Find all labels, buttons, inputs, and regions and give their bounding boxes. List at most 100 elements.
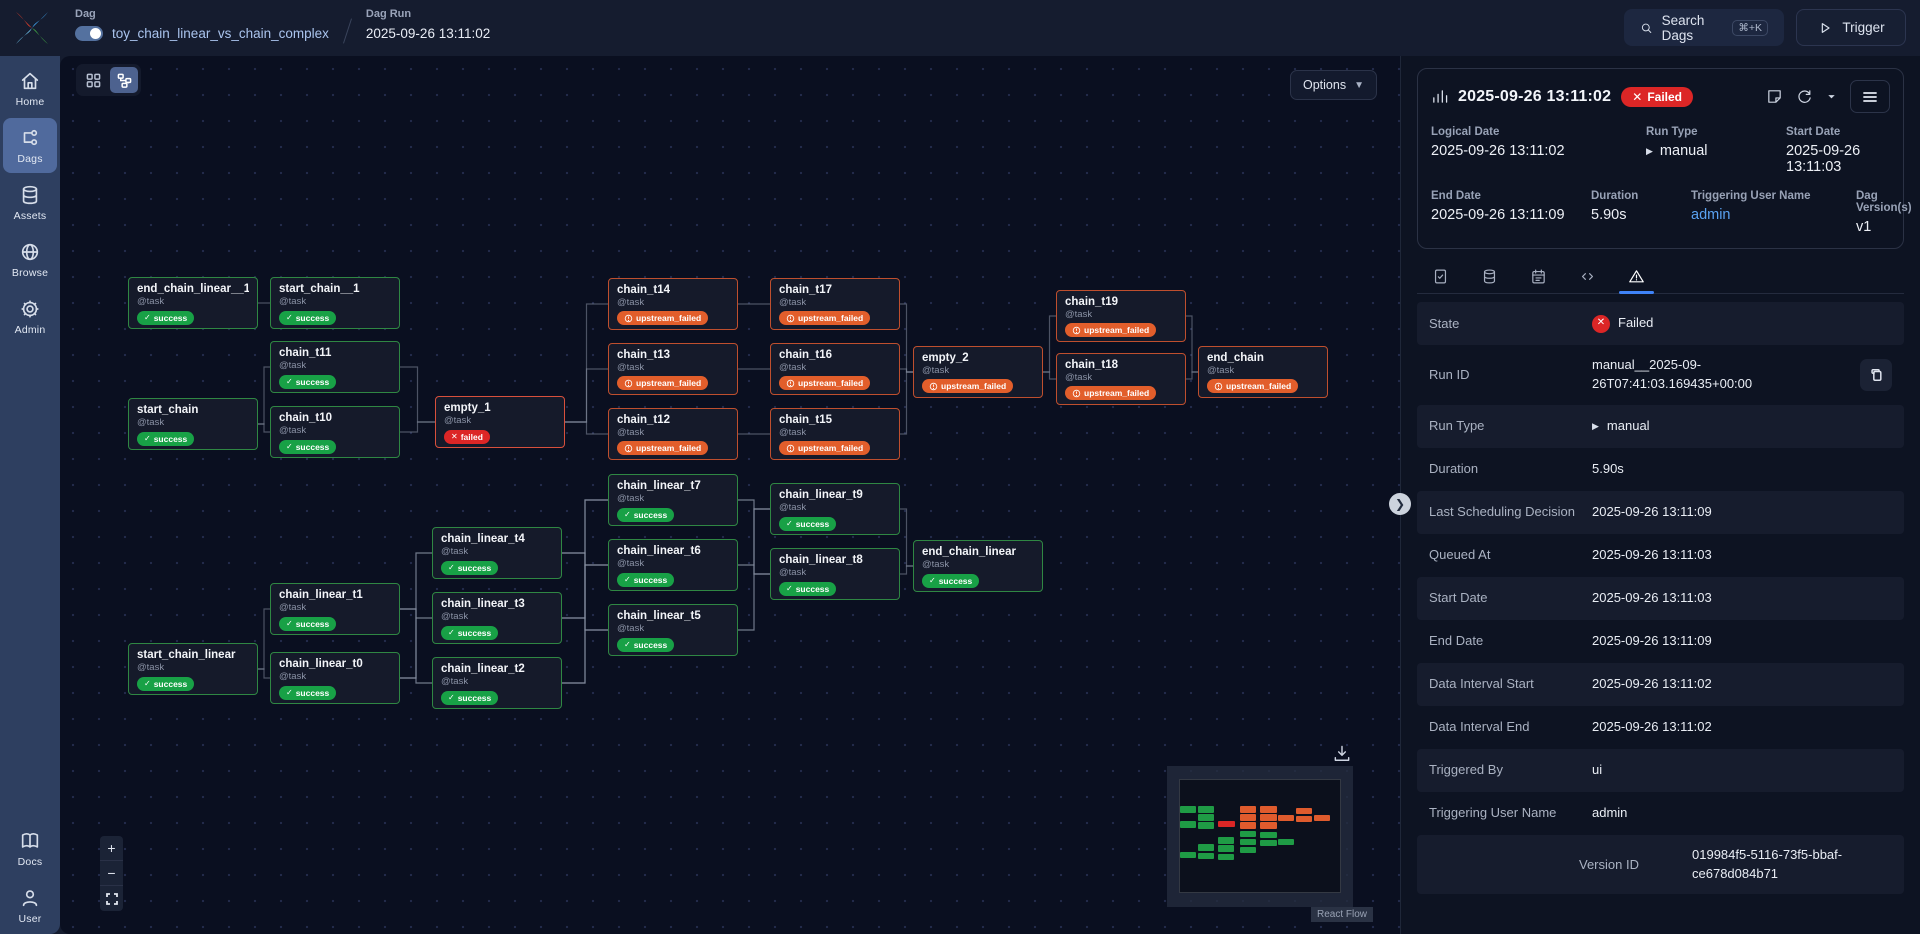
task-node-empty_2[interactable]: empty_2@taskupstream_failed <box>913 346 1043 398</box>
home-icon <box>19 70 41 92</box>
tab-assets[interactable] <box>1468 259 1511 293</box>
search-dags-button[interactable]: Search Dags ⌘+K <box>1624 9 1784 46</box>
task-node-chain_t16[interactable]: chain_t16@taskupstream_failed <box>770 343 900 395</box>
task-node-chain_t13[interactable]: chain_t13@taskupstream_failed <box>608 343 738 395</box>
play-icon: ▶ <box>1646 146 1653 157</box>
minimap-node <box>1218 837 1234 844</box>
task-node-start_chain__1[interactable]: start_chain__1@task✓success <box>270 277 400 329</box>
task-node-empty_1[interactable]: empty_1@task✕failed <box>435 396 565 448</box>
top-bar: Dag toy_chain_linear_vs_chain_complex Da… <box>0 0 1920 56</box>
play-icon: ▶ <box>1592 420 1599 433</box>
run-field: Dag Version(s)v1 <box>1856 190 1912 235</box>
task-decorator: @task <box>779 567 891 578</box>
task-node-end_chain_linear__1[interactable]: end_chain_linear__1@task✓success <box>128 277 258 329</box>
task-node-chain_t17[interactable]: chain_t17@taskupstream_failed <box>770 278 900 330</box>
task-decorator: @task <box>617 297 729 308</box>
sidebar-item-user[interactable]: User <box>3 878 57 933</box>
task-node-chain_linear_t8[interactable]: chain_linear_t8@task✓success <box>770 548 900 600</box>
note-icon[interactable] <box>1766 88 1783 105</box>
run-field: Run Type▶manual <box>1646 126 1786 175</box>
task-node-chain_linear_t5[interactable]: chain_linear_t5@task✓success <box>608 604 738 656</box>
airflow-logo-icon[interactable] <box>12 8 52 48</box>
sidebar-item-docs[interactable]: Docs <box>3 821 57 876</box>
panel-tabs <box>1417 259 1904 294</box>
sidebar-item-dags[interactable]: Dags <box>3 118 57 173</box>
graph-canvas[interactable]: end_chain_linear__1@task✓successstart_ch… <box>60 56 1400 934</box>
sidebar-item-admin[interactable]: Admin <box>3 289 57 344</box>
run-field: Duration5.90s <box>1591 190 1691 235</box>
zoom-in-button[interactable]: + <box>100 836 123 861</box>
task-status-pill: upstream_failed <box>1065 323 1156 337</box>
task-title: chain_t10 <box>279 412 391 424</box>
grid-view-button[interactable] <box>79 67 107 93</box>
breadcrumb: Dag toy_chain_linear_vs_chain_complex Da… <box>75 8 490 44</box>
task-node-chain_linear_t7[interactable]: chain_linear_t7@task✓success <box>608 474 738 526</box>
task-node-chain_linear_t6[interactable]: chain_linear_t6@task✓success <box>608 539 738 591</box>
minimap-node <box>1240 814 1256 821</box>
task-node-chain_linear_t9[interactable]: chain_linear_t9@task✓success <box>770 483 900 535</box>
minimap-node <box>1296 808 1312 815</box>
trigger-button[interactable]: Trigger <box>1796 9 1906 46</box>
dag-label: Dag <box>75 8 329 20</box>
task-status-pill: upstream_failed <box>617 311 708 325</box>
task-decorator: @task <box>779 427 891 438</box>
task-node-chain_linear_t4[interactable]: chain_linear_t4@task✓success <box>432 527 562 579</box>
minimap[interactable] <box>1167 766 1353 907</box>
task-node-end_chain[interactable]: end_chain@taskupstream_failed <box>1198 346 1328 398</box>
minimap-node <box>1278 839 1294 846</box>
task-decorator: @task <box>1207 365 1319 376</box>
task-node-chain_linear_t3[interactable]: chain_linear_t3@task✓success <box>432 592 562 644</box>
tab-calendar[interactable] <box>1517 259 1560 293</box>
task-node-chain_linear_t0[interactable]: chain_linear_t0@task✓success <box>270 652 400 704</box>
task-node-chain_t10[interactable]: chain_t10@task✓success <box>270 406 400 458</box>
task-status-pill: upstream_failed <box>617 376 708 390</box>
docs-icon <box>19 830 41 852</box>
task-node-chain_linear_t1[interactable]: chain_linear_t1@task✓success <box>270 583 400 635</box>
task-node-chain_t14[interactable]: chain_t14@taskupstream_failed <box>608 278 738 330</box>
task-node-chain_linear_t2[interactable]: chain_linear_t2@task✓success <box>432 657 562 709</box>
download-image-icon[interactable] <box>1332 744 1352 764</box>
task-decorator: @task <box>617 558 729 569</box>
menu-button[interactable] <box>1850 80 1890 113</box>
minimap-node <box>1314 815 1330 822</box>
tab-task-doc[interactable] <box>1419 259 1462 293</box>
copy-run-id-button[interactable] <box>1860 359 1892 391</box>
sidebar-item-browse[interactable]: Browse <box>3 232 57 287</box>
detail-row-triggering-user-name: Triggering User Nameadmin <box>1417 792 1904 835</box>
tab-code[interactable] <box>1566 259 1609 293</box>
zoom-out-button[interactable]: − <box>100 861 123 886</box>
task-node-chain_t18[interactable]: chain_t18@taskupstream_failed <box>1056 353 1186 405</box>
graph-view-button[interactable] <box>110 67 138 93</box>
fit-view-button[interactable] <box>100 886 123 911</box>
minimap-node <box>1260 832 1276 839</box>
task-node-chain_t12[interactable]: chain_t12@taskupstream_failed <box>608 408 738 460</box>
dag-run-value: 2025-09-26 13:11:02 <box>366 26 490 41</box>
status-badge[interactable]: ✕ Failed <box>1621 87 1693 107</box>
task-node-start_chain[interactable]: start_chain@task✓success <box>128 398 258 450</box>
task-status-pill: upstream_failed <box>779 441 870 455</box>
task-node-start_chain_linear[interactable]: start_chain_linear@task✓success <box>128 643 258 695</box>
task-status-pill: ✓success <box>441 561 498 575</box>
minimap-node <box>1218 821 1234 828</box>
minimap-node <box>1180 806 1196 813</box>
minimap-node <box>1240 831 1256 838</box>
task-node-end_chain_linear[interactable]: end_chain_linear@task✓success <box>913 540 1043 592</box>
minimap-node <box>1296 816 1312 823</box>
task-status-pill: ✓success <box>137 677 194 691</box>
dag-name-link[interactable]: toy_chain_linear_vs_chain_complex <box>112 26 329 41</box>
options-dropdown[interactable]: Options ▼ <box>1290 70 1377 100</box>
task-node-chain_t19[interactable]: chain_t19@taskupstream_failed <box>1056 290 1186 342</box>
dag-pause-toggle[interactable] <box>75 26 103 41</box>
tab-warning[interactable] <box>1615 259 1658 293</box>
sidebar-item-home[interactable]: Home <box>3 61 57 116</box>
run-details-table: State✕FailedRun IDmanual__2025-09-26T07:… <box>1417 302 1904 894</box>
clear-run-icon[interactable] <box>1796 88 1813 105</box>
task-node-chain_t11[interactable]: chain_t11@task✓success <box>270 341 400 393</box>
task-title: chain_t12 <box>617 414 729 426</box>
dags-icon <box>19 127 41 149</box>
chevron-down-icon[interactable] <box>1826 88 1837 105</box>
sidebar-item-assets[interactable]: Assets <box>3 175 57 230</box>
task-node-chain_t15[interactable]: chain_t15@taskupstream_failed <box>770 408 900 460</box>
minimap-node <box>1198 822 1214 829</box>
panel-collapse-button[interactable]: ❯ <box>1389 493 1411 515</box>
